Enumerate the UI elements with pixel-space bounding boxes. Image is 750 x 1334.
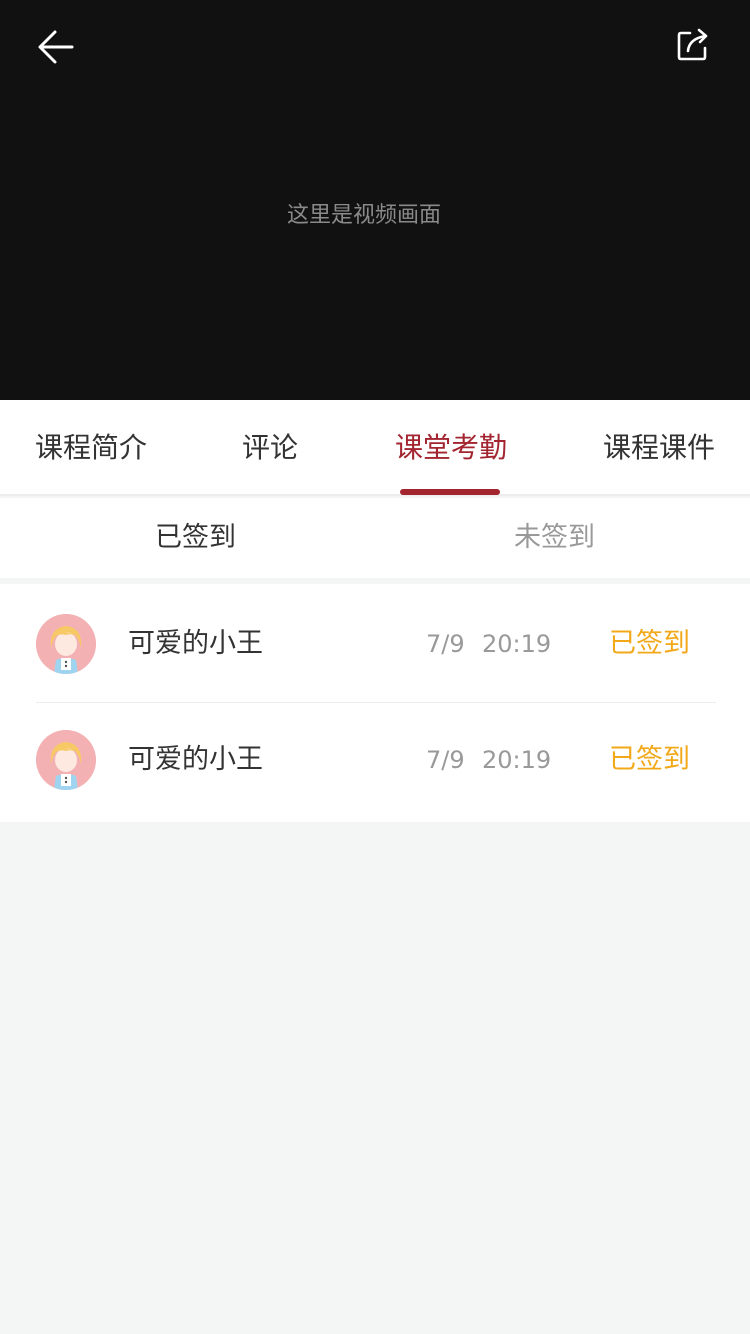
video-player[interactable]: 这里是视频画面 — [0, 0, 750, 400]
girl-avatar-icon — [36, 730, 96, 790]
student-name: 可爱的小王 — [128, 628, 263, 659]
share-icon — [677, 28, 708, 61]
tab-comments[interactable]: 评论 — [242, 400, 298, 496]
video-placeholder-text: 这里是视频画面 — [286, 203, 441, 228]
list-item[interactable]: 可爱的小王 7/9 20:19 已签到 — [0, 700, 750, 818]
subtab-unsigned[interactable]: 未签到 — [367, 498, 742, 578]
attendance-filter: 已签到 未签到 — [0, 498, 750, 578]
share-button[interactable] — [670, 22, 716, 68]
back-button[interactable] — [30, 24, 82, 70]
sign-in-date: 7/9 — [426, 746, 465, 774]
sign-in-time: 20:19 — [482, 746, 552, 774]
tab-course-intro[interactable]: 课程简介 — [35, 400, 147, 496]
girl-avatar-icon — [36, 614, 96, 674]
sign-in-date: 7/9 — [426, 630, 465, 658]
attendance-list: 可爱的小王 7/9 20:19 已签到 可爱的小王 7/9 20:19 已签到 — [0, 584, 750, 822]
page: 这里是视频画面 课程简介 评论 课堂考勤 课程课件 已签到 未签到 可爱的小王 … — [0, 0, 750, 1334]
status-badge: 已签到 — [609, 628, 690, 659]
subtab-signed[interactable]: 已签到 — [8, 498, 383, 578]
avatar — [36, 730, 96, 790]
list-item[interactable]: 可爱的小王 7/9 20:19 已签到 — [0, 584, 750, 703]
active-tab-indicator — [400, 489, 500, 495]
avatar — [36, 614, 96, 674]
status-badge: 已签到 — [609, 744, 690, 775]
student-name: 可爱的小王 — [128, 744, 263, 775]
sign-in-time: 20:19 — [482, 630, 552, 658]
course-tabs: 课程简介 评论 课堂考勤 课程课件 — [0, 400, 750, 496]
tab-attendance[interactable]: 课堂考勤 — [395, 400, 507, 496]
tab-courseware[interactable]: 课程课件 — [603, 400, 715, 496]
arrow-left-icon — [38, 30, 74, 64]
